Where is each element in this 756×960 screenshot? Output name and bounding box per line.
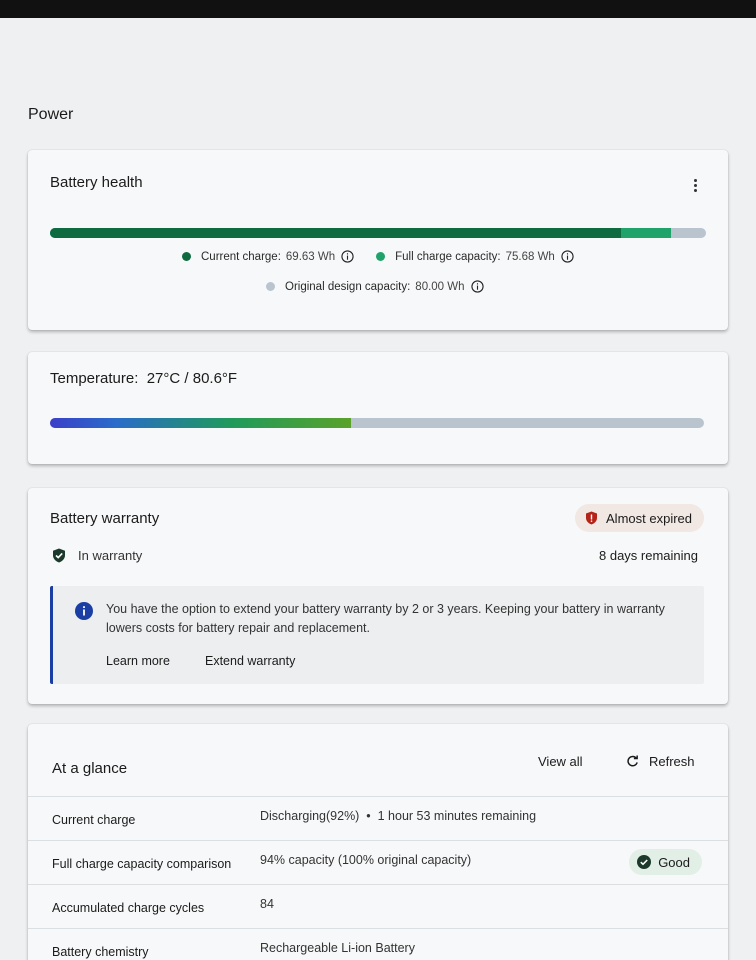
extend-warranty-button[interactable]: Extend warranty	[205, 654, 295, 668]
table-row: Current charge Discharging(92%) • 1 hour…	[28, 796, 728, 840]
days-remaining: 8 days remaining	[599, 548, 698, 563]
temperature-label: Temperature:	[50, 370, 139, 387]
refresh-label: Refresh	[649, 754, 695, 769]
row-key: Accumulated charge cycles	[52, 901, 205, 915]
legend-row-design: Original design capacity: 80.00 Wh	[266, 280, 484, 293]
legend-row-charge: Current charge: 69.63 Wh Full charge cap…	[182, 250, 574, 263]
table-row: Accumulated charge cycles 84	[28, 884, 728, 928]
almost-expired-text: Almost expired	[606, 510, 692, 526]
good-status-text: Good	[658, 854, 690, 870]
good-status-badge: Good	[629, 849, 702, 875]
check-circle-icon	[637, 855, 652, 869]
full-charge-dot	[376, 252, 386, 261]
design-capacity-dot	[266, 282, 275, 291]
temperature-value: 27°C / 80.6°F	[146, 370, 238, 387]
at-a-glance-title: At a glance	[52, 760, 128, 777]
info-icon[interactable]	[341, 250, 354, 263]
row-key: Battery chemistry	[52, 945, 149, 959]
battery-warranty-title: Battery warranty	[50, 510, 160, 527]
row-key: Full charge capacity comparison	[52, 857, 232, 871]
learn-more-link[interactable]: Learn more	[106, 654, 170, 668]
current-charge-fill	[50, 228, 621, 238]
warranty-extension-message: You have the option to extend your batte…	[106, 602, 665, 635]
design-capacity-value: 80.00 Wh	[415, 280, 465, 293]
temperature-readout: Temperature: 27°C / 80.6°F	[50, 370, 237, 387]
current-charge-value: 69.63 Wh	[285, 250, 336, 263]
table-row: Battery chemistry Rechargeable Li-ion Ba…	[28, 928, 728, 960]
full-charge-label: Full charge capacity:	[395, 250, 501, 263]
in-warranty-text: In warranty	[78, 548, 143, 563]
almost-expired-badge: Almost expired	[575, 504, 704, 532]
temperature-card: Temperature: 27°C / 80.6°F	[28, 352, 728, 464]
row-key: Current charge	[52, 813, 136, 827]
shield-alert-icon	[586, 511, 598, 525]
battery-health-card: Battery health Current charge: 69.63 Wh …	[28, 150, 728, 330]
row-value: Rechargeable Li-ion Battery	[260, 941, 415, 955]
info-circle-icon	[75, 602, 93, 620]
table-row: Full charge capacity comparison 94% capa…	[28, 840, 728, 884]
view-all-button[interactable]: View all	[538, 754, 583, 769]
screen-top-edge	[0, 0, 756, 18]
row-value: 84	[260, 897, 274, 911]
design-capacity-label: Original design capacity:	[285, 280, 411, 293]
more-options-icon[interactable]	[690, 178, 700, 194]
at-a-glance-card: At a glance View all Refresh Current cha…	[28, 724, 728, 960]
shield-check-icon	[53, 548, 65, 563]
in-warranty-status: In warranty	[52, 548, 142, 563]
info-icon[interactable]	[561, 250, 574, 263]
temperature-bar	[50, 418, 704, 428]
row-value: Discharging(92%) • 1 hour 53 minutes rem…	[260, 809, 537, 823]
battery-health-title: Battery health	[50, 174, 143, 191]
battery-warranty-card: Battery warranty Almost expired In warra…	[28, 488, 728, 704]
temperature-level-fill	[50, 418, 351, 428]
current-charge-dot	[182, 252, 191, 261]
warranty-extension-infobar: You have the option to extend your batte…	[50, 586, 704, 684]
row-value: 94% capacity (100% original capacity)	[260, 853, 472, 867]
current-charge-label: Current charge:	[201, 250, 281, 263]
full-charge-value: 75.68 Wh	[505, 250, 555, 263]
page-title: Power	[28, 106, 74, 123]
refresh-button[interactable]: Refresh	[626, 754, 695, 769]
info-icon[interactable]	[470, 280, 484, 293]
refresh-icon	[627, 755, 638, 767]
battery-capacity-bar	[50, 228, 706, 238]
